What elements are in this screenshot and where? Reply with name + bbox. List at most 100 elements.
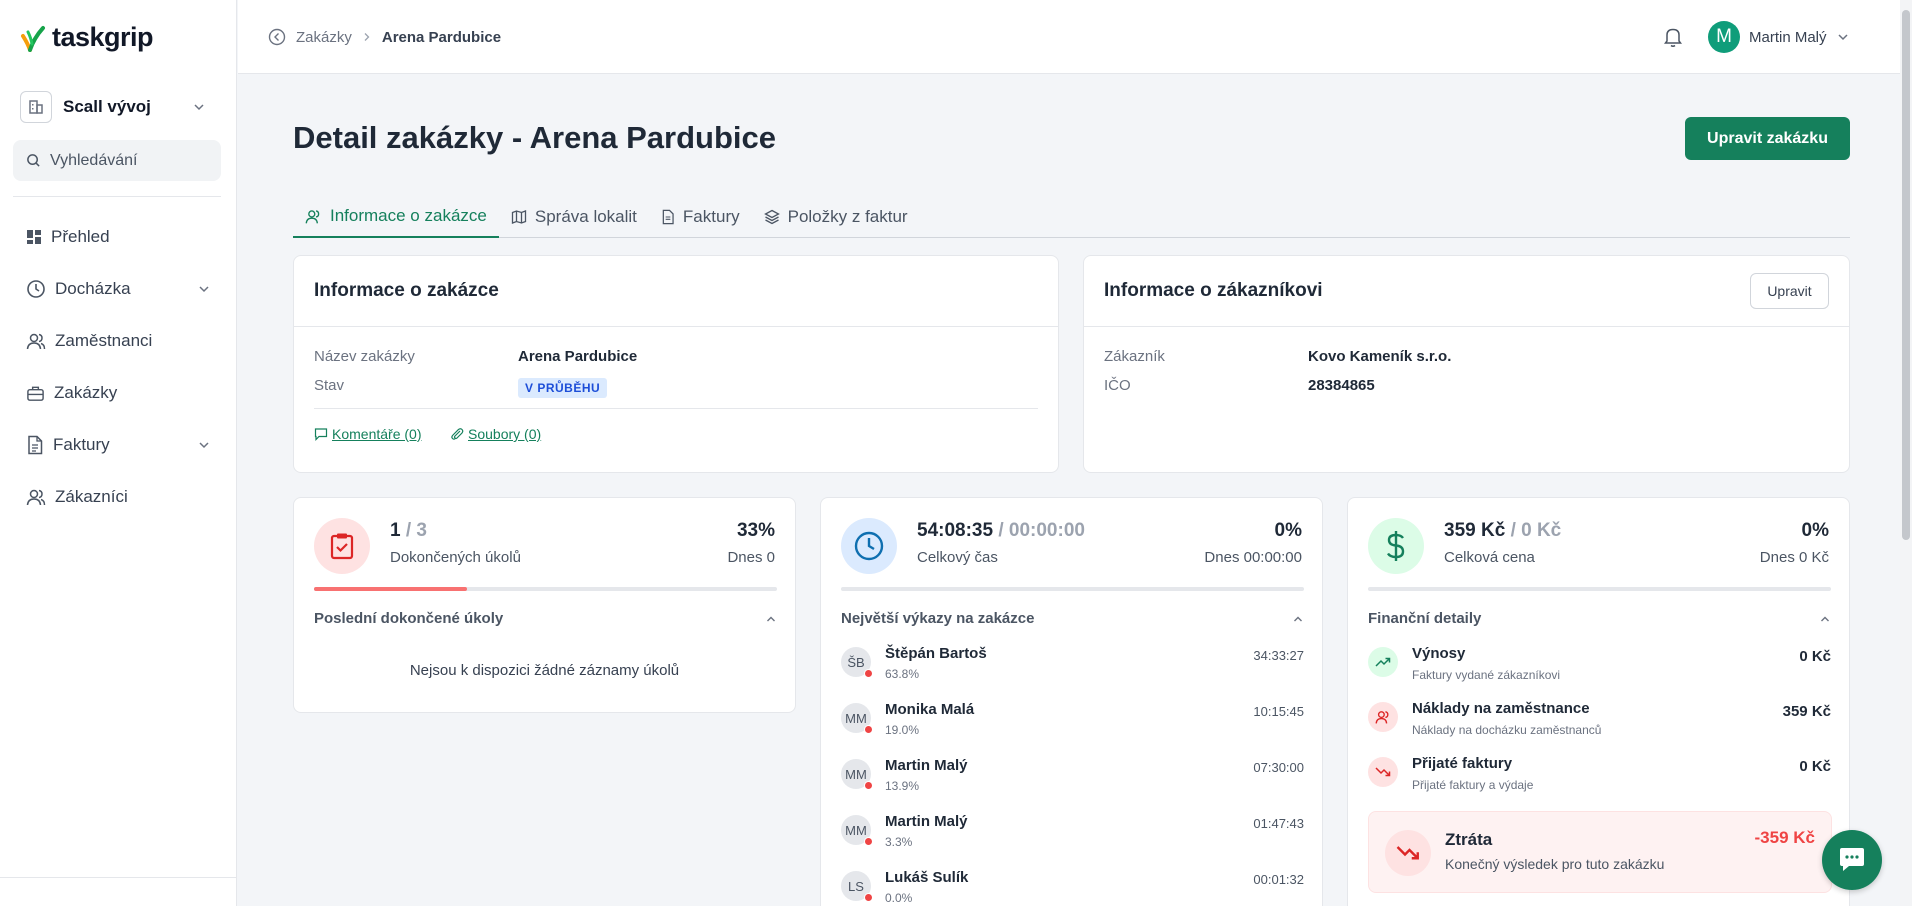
avatar: MM (841, 703, 873, 734)
organization-switcher[interactable]: Scall vývoj (20, 91, 214, 123)
time-value: 54:08:35 / 00:00:00 (917, 520, 1085, 542)
sidebar-item-zamestnanci[interactable]: Zaměstnanci (13, 315, 221, 367)
finance-today: Dnes 0 Kč (1759, 549, 1829, 566)
edit-order-button[interactable]: Upravit zakázku (1685, 117, 1850, 160)
scrollbar-thumb[interactable] (1902, 10, 1910, 540)
tasks-stat-card: 1 / 3 Dokončených úkolů 33% Dnes 0 Posle… (293, 497, 796, 713)
chat-icon (1840, 848, 1864, 871)
files-link[interactable]: Soubory (0) (450, 426, 541, 442)
employee-share: 3.3% (885, 835, 913, 849)
order-name-label: Název zakázky (314, 348, 415, 365)
time-percent: 0% (1274, 520, 1302, 541)
time-today: Dnes 00:00:00 (1204, 549, 1302, 566)
employee-time: 07:30:00 (1253, 760, 1304, 775)
avatar: MM (841, 815, 873, 846)
customer-info-card: Informace o zákazníkovi Upravit Zákazník… (1083, 255, 1850, 473)
order-info-card: Informace o zakázce Název zakázky Arena … (293, 255, 1059, 473)
tasks-empty-text: Nejsou k dispozici žádné záznamy úkolů (409, 662, 680, 679)
finance-budget: / 0 Kč (1510, 520, 1562, 541)
employee-share: 19.0% (885, 723, 920, 737)
chevron-up-icon (1294, 616, 1302, 621)
order-name-value: Arena Pardubice (518, 348, 638, 365)
employee-name: Štěpán Bartoš (885, 645, 987, 662)
user-name: Martin Malý (1749, 28, 1827, 46)
sidebar-item-prehled[interactable]: Přehled (13, 211, 221, 263)
comments-link[interactable]: Komentáře (0) (314, 426, 421, 442)
loss-title: Ztráta (1445, 830, 1493, 849)
status-dot (864, 725, 873, 734)
sidebar-item-label: Faktury (53, 435, 110, 454)
finance-icon-wrap (1368, 518, 1424, 574)
section-title: Finanční detaily (1368, 610, 1482, 627)
loss-summary: Ztráta Konečný výsledek pro tuto zakázku… (1368, 811, 1832, 893)
sidebar-divider (13, 196, 221, 197)
edit-customer-button[interactable]: Upravit (1750, 273, 1829, 309)
sidebar-item-zakaznici[interactable]: Zákazníci (13, 471, 221, 523)
tab-invoices[interactable]: Faktury (649, 196, 752, 238)
finance-label: Výnosy (1412, 645, 1466, 662)
tasks-progress-bar (314, 587, 777, 591)
comment-icon (314, 428, 328, 441)
bell-icon (1664, 28, 1682, 47)
user-menu[interactable]: M Martin Malý (1708, 21, 1850, 53)
map-icon (511, 210, 527, 224)
finance-section-header[interactable]: Finanční detaily (1368, 610, 1831, 627)
tasks-total: / 3 (405, 520, 427, 541)
employee-share: 13.9% (885, 779, 920, 793)
search-input[interactable] (50, 151, 210, 170)
employee-name: Monika Malá (885, 701, 975, 718)
employee-name: Lukáš Sulík (885, 869, 969, 886)
status-dot (864, 781, 873, 790)
chevron-down-icon (199, 442, 209, 449)
customer-label: Zákazník (1104, 348, 1165, 365)
chevron-down-icon (194, 104, 204, 111)
ico-label: IČO (1104, 377, 1131, 394)
chat-button[interactable] (1822, 830, 1882, 890)
breadcrumb-parent[interactable]: Zakázky (296, 29, 352, 46)
users-icon (26, 489, 46, 506)
employee-time: 10:15:45 (1253, 704, 1304, 719)
tab-order-info[interactable]: Informace o zakázce (293, 196, 499, 238)
clock-icon (854, 531, 884, 561)
tab-label: Položky z faktur (787, 207, 908, 226)
briefcase-icon (27, 386, 44, 401)
tab-label: Faktury (682, 207, 740, 226)
notifications-button[interactable] (1663, 26, 1683, 48)
sidebar-footer-divider (0, 877, 237, 878)
sidebar-item-zakazky[interactable]: Zakázky (13, 367, 221, 419)
tasks-icon-wrap (314, 518, 370, 574)
finance-row-received-invoices: Přijaté faktury Přijaté faktury a výdaje… (1368, 755, 1831, 805)
sidebar-item-dochazka[interactable]: Docházka (13, 263, 221, 315)
time-section-header[interactable]: Největší výkazy na zakázce (841, 610, 1304, 627)
clock-icon (27, 280, 45, 298)
tasks-section-header[interactable]: Poslední dokončené úkoly (314, 610, 777, 627)
finance-stat-card: 359 Kč / 0 Kč Celková cena 0% Dnes 0 Kč … (1347, 497, 1850, 906)
finance-desc: Přijaté faktury a výdaje (1412, 778, 1534, 792)
finance-subtitle: Celková cena (1444, 549, 1535, 566)
page-scrollbar[interactable] (1900, 0, 1912, 906)
chevron-right-icon (364, 33, 370, 41)
back-icon[interactable] (268, 28, 286, 46)
chevron-down-icon (199, 286, 209, 293)
tab-bar: Informace o zakázce Správa lokalit Faktu… (293, 196, 1850, 238)
sidebar-item-faktury[interactable]: Faktury (13, 419, 221, 471)
tab-locations[interactable]: Správa lokalit (499, 196, 649, 238)
sidebar-item-label: Přehled (51, 227, 110, 246)
finance-progress-bar (1368, 587, 1831, 591)
files-link-label: Soubory (0) (468, 426, 542, 442)
time-planned: / 00:00:00 (998, 520, 1085, 541)
finance-value: 359 Kč (1782, 703, 1831, 720)
trending-down-icon (1368, 757, 1398, 787)
loss-desc: Konečný výsledek pro tuto zakázku (1445, 856, 1665, 872)
finance-percent: 0% (1801, 520, 1829, 541)
card-title: Informace o zakázce (314, 280, 499, 301)
tab-invoice-items[interactable]: Položky z faktur (752, 196, 920, 238)
list-item: MM Monika Malá 19.0% 10:15:45 (841, 701, 1304, 747)
search-box[interactable] (13, 140, 221, 181)
search-icon (27, 154, 40, 167)
app-logo[interactable]: taskgrip (20, 22, 154, 53)
status-dot (864, 837, 873, 846)
finance-label: Přijaté faktury (1412, 755, 1513, 772)
document-icon (662, 209, 674, 225)
order-status: V PRŮBĚHU (518, 378, 608, 398)
